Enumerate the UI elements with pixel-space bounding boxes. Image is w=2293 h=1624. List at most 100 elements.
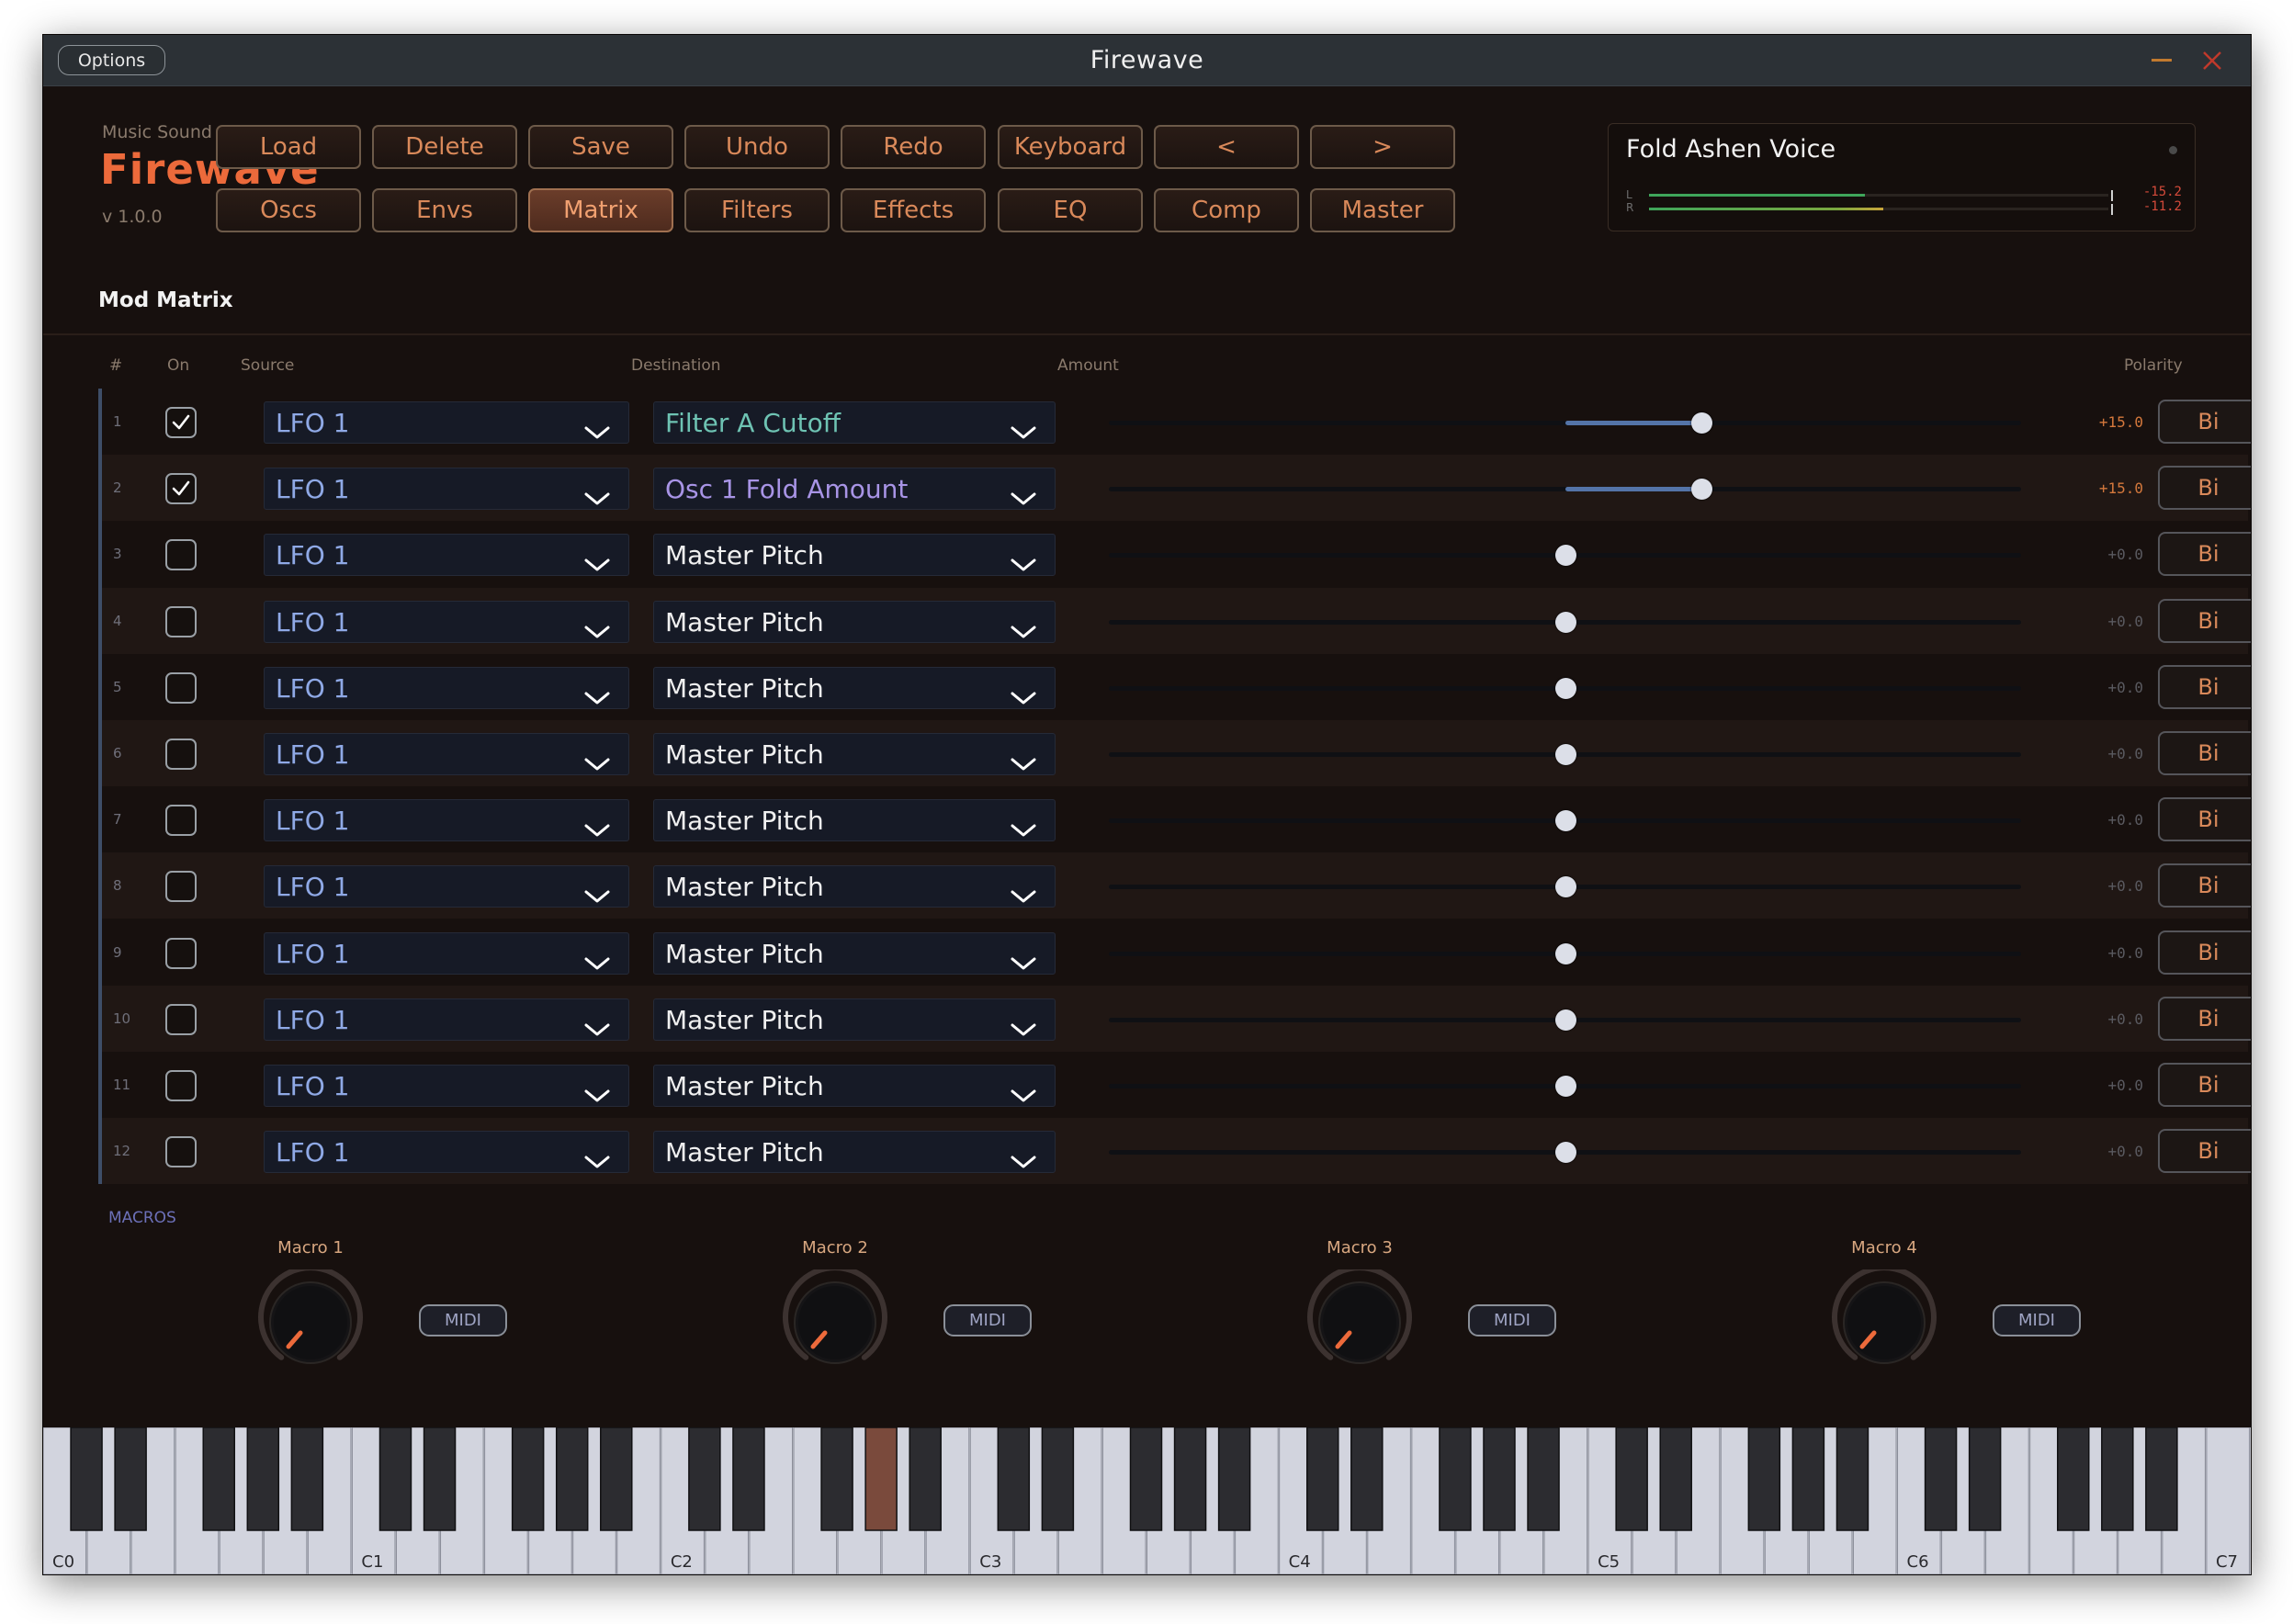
amount-slider-thumb[interactable] [1554, 611, 1576, 633]
black-key[interactable] [600, 1427, 633, 1531]
polarity-button[interactable]: Bi [2158, 930, 2251, 975]
amount-slider[interactable] [1109, 545, 2021, 567]
black-key[interactable] [1968, 1427, 2002, 1531]
source-dropdown[interactable]: LFO 1 [264, 401, 629, 444]
amount-slider[interactable] [1109, 942, 2021, 964]
polarity-button[interactable]: Bi [2158, 797, 2251, 842]
black-key[interactable] [864, 1427, 898, 1531]
destination-dropdown[interactable]: Master Pitch [653, 600, 1056, 643]
black-key[interactable] [423, 1427, 457, 1531]
tab-effects[interactable]: Effects [841, 188, 986, 232]
black-key[interactable] [1836, 1427, 1869, 1531]
black-key[interactable] [2145, 1427, 2178, 1531]
amount-slider-thumb[interactable] [1691, 412, 1713, 434]
toolbar-button-prev[interactable]: < [1154, 125, 1299, 169]
black-key[interactable] [1483, 1427, 1516, 1531]
black-key[interactable] [997, 1427, 1031, 1531]
amount-slider[interactable] [1109, 1142, 2021, 1164]
toolbar-button-keyboard[interactable]: Keyboard [998, 125, 1143, 169]
polarity-button[interactable]: Bi [2158, 731, 2251, 775]
toolbar-button-redo[interactable]: Redo [841, 125, 986, 169]
tab-master[interactable]: Master [1310, 188, 1455, 232]
row-enable-checkbox[interactable] [165, 1003, 197, 1035]
black-key[interactable] [1173, 1427, 1207, 1531]
polarity-button[interactable]: Bi [2158, 400, 2251, 444]
polarity-button[interactable]: Bi [2158, 863, 2251, 908]
black-key[interactable] [246, 1427, 280, 1531]
black-key[interactable] [114, 1427, 147, 1531]
toolbar-button-undo[interactable]: Undo [684, 125, 830, 169]
amount-slider[interactable] [1109, 744, 2021, 765]
row-enable-checkbox[interactable] [165, 605, 197, 637]
polarity-button[interactable]: Bi [2158, 532, 2251, 577]
black-key[interactable] [1439, 1427, 1472, 1531]
destination-dropdown[interactable]: Master Pitch [653, 799, 1056, 842]
polarity-button[interactable]: Bi [2158, 996, 2251, 1041]
piano-keyboard[interactable]: C0 C1 C2 C3 C4 C5 C6 C7 [43, 1427, 2251, 1574]
source-dropdown[interactable]: LFO 1 [264, 666, 629, 709]
destination-dropdown[interactable]: Filter A Cutoff [653, 401, 1056, 444]
source-dropdown[interactable]: LFO 1 [264, 799, 629, 842]
row-enable-checkbox[interactable] [165, 1070, 197, 1101]
destination-dropdown[interactable]: Master Pitch [653, 1131, 1056, 1174]
tab-comp[interactable]: Comp [1154, 188, 1299, 232]
amount-slider-thumb[interactable] [1554, 1142, 1576, 1164]
row-enable-checkbox[interactable] [165, 539, 197, 571]
tab-matrix[interactable]: Matrix [528, 188, 673, 232]
amount-slider-thumb[interactable] [1554, 876, 1576, 898]
black-key[interactable] [1217, 1427, 1251, 1531]
black-key[interactable] [1924, 1427, 1958, 1531]
source-dropdown[interactable]: LFO 1 [264, 534, 629, 577]
row-enable-checkbox[interactable] [165, 1136, 197, 1168]
macro-knob[interactable] [782, 1269, 888, 1376]
macro-midi-button[interactable]: MIDI [943, 1304, 1032, 1336]
black-key[interactable] [2057, 1427, 2090, 1531]
row-enable-checkbox[interactable] [165, 871, 197, 903]
amount-slider-thumb[interactable] [1554, 677, 1576, 699]
polarity-button[interactable]: Bi [2158, 664, 2251, 709]
black-key[interactable] [909, 1427, 942, 1531]
tab-filters[interactable]: Filters [684, 188, 830, 232]
source-dropdown[interactable]: LFO 1 [264, 998, 629, 1041]
tab-oscs[interactable]: Oscs [216, 188, 361, 232]
macro-midi-button[interactable]: MIDI [1468, 1304, 1556, 1336]
source-dropdown[interactable]: LFO 1 [264, 865, 629, 908]
black-key[interactable] [688, 1427, 721, 1531]
source-dropdown[interactable]: LFO 1 [264, 931, 629, 975]
polarity-button[interactable]: Bi [2158, 598, 2251, 643]
source-dropdown[interactable]: LFO 1 [264, 468, 629, 511]
destination-dropdown[interactable]: Master Pitch [653, 931, 1056, 975]
black-key[interactable] [555, 1427, 589, 1531]
source-dropdown[interactable]: LFO 1 [264, 733, 629, 775]
black-key[interactable] [1659, 1427, 1692, 1531]
black-key[interactable] [1041, 1427, 1075, 1531]
amount-slider-thumb[interactable] [1554, 545, 1576, 567]
black-key[interactable] [378, 1427, 412, 1531]
toolbar-button-save[interactable]: Save [528, 125, 673, 169]
close-icon[interactable] [2199, 48, 2225, 73]
destination-dropdown[interactable]: Master Pitch [653, 865, 1056, 908]
black-key[interactable] [1747, 1427, 1781, 1531]
row-enable-checkbox[interactable] [165, 937, 197, 969]
amount-slider-thumb[interactable] [1554, 810, 1576, 832]
destination-dropdown[interactable]: Master Pitch [653, 998, 1056, 1041]
row-enable-checkbox[interactable] [165, 805, 197, 837]
amount-slider[interactable] [1109, 479, 2021, 501]
toolbar-button-next[interactable]: > [1310, 125, 1455, 169]
black-key[interactable] [1129, 1427, 1163, 1531]
toolbar-button-delete[interactable]: Delete [372, 125, 517, 169]
amount-slider[interactable] [1109, 876, 2021, 898]
amount-slider[interactable] [1109, 810, 2021, 832]
black-key[interactable] [732, 1427, 765, 1531]
macro-knob[interactable] [1831, 1269, 1937, 1376]
row-enable-checkbox[interactable] [165, 473, 197, 505]
black-key[interactable] [2101, 1427, 2134, 1531]
black-key[interactable] [202, 1427, 235, 1531]
minimize-icon[interactable] [2152, 59, 2172, 62]
black-key[interactable] [70, 1427, 103, 1531]
amount-slider-thumb[interactable] [1691, 479, 1713, 501]
tab-envs[interactable]: Envs [372, 188, 517, 232]
polarity-button[interactable]: Bi [2158, 1129, 2251, 1174]
polarity-button[interactable]: Bi [2158, 1063, 2251, 1107]
macro-knob[interactable] [257, 1269, 364, 1376]
